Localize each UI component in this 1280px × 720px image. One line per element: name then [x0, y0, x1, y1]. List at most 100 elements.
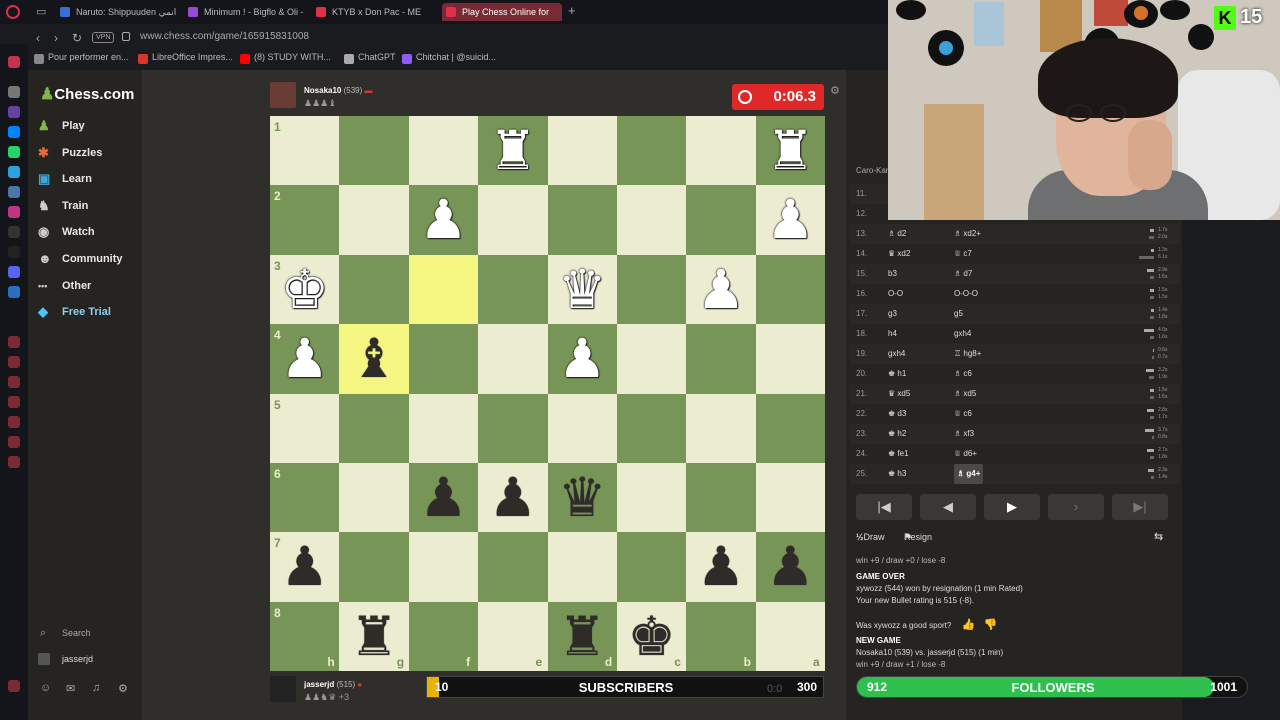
x-icon[interactable] [8, 246, 20, 258]
board-square[interactable] [339, 254, 409, 325]
board-square[interactable] [755, 393, 825, 463]
twitch-icon[interactable] [8, 106, 20, 118]
messenger-icon[interactable] [8, 126, 20, 138]
black-piece[interactable]: ♟ [409, 463, 478, 532]
white-move[interactable]: ♚ fe1 [888, 444, 909, 464]
avatar[interactable] [270, 82, 296, 108]
board-square[interactable] [755, 324, 825, 394]
black-move[interactable]: ♗ g4+ [954, 464, 984, 484]
board-square[interactable] [408, 324, 479, 394]
black-piece[interactable]: ♟ [686, 532, 755, 601]
vpn-badge[interactable]: VPN [92, 32, 115, 43]
black-move[interactable]: gxh4 [954, 324, 971, 344]
board-square[interactable] [339, 116, 409, 186]
black-move[interactable]: ♗ d7 [954, 264, 972, 284]
sidebar-app-icon[interactable] [8, 86, 20, 98]
board-square[interactable] [339, 462, 409, 533]
nav-watch[interactable]: ◉ Watch [38, 222, 95, 242]
tab-chess[interactable]: Play Chess Online for [442, 3, 562, 21]
tab-menu-icon[interactable]: ▭ [36, 5, 46, 18]
white-move[interactable]: ♚ d3 [888, 404, 906, 424]
chesscom-logo[interactable]: ♟Chess.com [40, 84, 134, 104]
tiktok-icon[interactable] [8, 226, 20, 238]
white-move[interactable]: ♛ xd5 [888, 384, 910, 404]
board-square[interactable] [339, 532, 409, 602]
board-square[interactable] [616, 324, 687, 394]
friends-icon[interactable]: ☺ [40, 682, 51, 694]
white-piece[interactable]: ♛ [548, 255, 617, 324]
forward-icon[interactable]: › [54, 28, 58, 48]
bell-icon[interactable]: ♫ [92, 682, 100, 694]
black-move[interactable]: ♗ xf3 [954, 424, 974, 444]
nav-play[interactable]: ♟ Play [38, 116, 85, 136]
black-move[interactable]: ♗ xd2+ [954, 224, 981, 244]
nav-train[interactable]: ♞ Train [38, 196, 88, 216]
thumbs-up-icon[interactable]: 👍 [962, 619, 976, 631]
back-icon[interactable]: ‹ [36, 28, 40, 48]
white-piece[interactable]: ♟ [756, 185, 825, 254]
nav-learn[interactable]: ▣ Learn [38, 169, 92, 189]
sidebar-app-icon[interactable] [8, 286, 20, 298]
bookmark-item[interactable]: Chitchat | @suicid... [402, 52, 496, 64]
bookmark-item[interactable]: LibreOffice Impres... [138, 52, 233, 64]
white-move[interactable]: ♚ h1 [888, 364, 906, 384]
white-move[interactable]: h4 [888, 324, 897, 344]
white-move[interactable]: O-O [888, 284, 903, 304]
sidebar-app-icon[interactable] [8, 56, 20, 68]
board-square[interactable] [547, 532, 617, 602]
board-square[interactable] [478, 393, 548, 463]
board-square[interactable] [547, 185, 617, 255]
opera-logo-icon[interactable] [6, 5, 20, 19]
board-square[interactable] [686, 116, 756, 186]
url-field[interactable]: www.chess.com/game/165915831008 [140, 31, 309, 42]
first-move-button[interactable]: |◀ [856, 494, 912, 520]
board-square[interactable] [616, 116, 687, 186]
white-move[interactable]: ♗ d2 [888, 224, 906, 244]
white-move[interactable]: b3 [888, 264, 897, 284]
black-move[interactable]: ♗ c6 [954, 364, 972, 384]
board-settings-icon[interactable]: ⚙ [830, 84, 840, 97]
black-piece[interactable]: ♛ [548, 463, 617, 532]
board-square[interactable] [686, 462, 756, 533]
nav-free-trial[interactable]: ◆ Free Trial [38, 302, 111, 322]
board-square[interactable] [408, 532, 479, 602]
reload-icon[interactable]: ↻ [72, 28, 82, 48]
flip-board-icon[interactable]: ⇆ [1154, 530, 1163, 543]
white-piece[interactable]: ♟ [686, 255, 755, 324]
user-link[interactable]: jasserjd [38, 653, 93, 665]
white-move[interactable]: ♛ xd2 [888, 244, 910, 264]
white-move[interactable]: ♚ h2 [888, 424, 906, 444]
whatsapp-icon[interactable] [8, 146, 20, 158]
sidebar-settings-icon[interactable] [8, 680, 20, 692]
nav-community[interactable]: ☻ Community [38, 249, 123, 269]
board-square[interactable] [339, 185, 409, 255]
bookmark-item[interactable]: ChatGPT [344, 52, 396, 64]
draw-button[interactable]: ½ Draw [856, 532, 885, 542]
board-square[interactable] [616, 532, 687, 602]
white-piece[interactable]: ♜ [478, 116, 547, 185]
tab-naruto[interactable]: Naruto: Shippuuden انمي [56, 3, 184, 21]
white-piece[interactable]: ♚ [270, 255, 339, 324]
mail-icon[interactable]: ✉ [66, 682, 75, 695]
board-square[interactable] [339, 393, 409, 463]
discord-icon[interactable] [8, 266, 20, 278]
board-square[interactable] [616, 393, 687, 463]
nav-puzzles[interactable]: ✱ Puzzles [38, 143, 102, 163]
bookmark-item[interactable]: (8) STUDY WITH... [240, 52, 331, 64]
sidebar-app-icon[interactable] [8, 416, 20, 428]
search-link[interactable]: ⌕ Search [38, 627, 91, 639]
black-piece[interactable]: ♚ [617, 602, 686, 671]
black-move[interactable]: ♖ hg8+ [954, 344, 981, 364]
black-move[interactable]: O-O-O [954, 284, 978, 304]
white-move[interactable]: gxh4 [888, 344, 905, 364]
board-square[interactable] [408, 393, 479, 463]
black-piece[interactable]: ♟ [478, 463, 547, 532]
black-piece[interactable]: ♜ [339, 602, 408, 671]
play-button[interactable]: ▶ [984, 494, 1040, 520]
avatar[interactable] [270, 676, 296, 702]
chess-board[interactable]: 1 2 3 4 5 6 7 8 h g f e d c b a ♜ ♜ ♟ ♟ ♚ ♛ ♟ ♟ ♝ ♟ ♟ ♟ ♛ ♟ ♟ ♟ ♜ ♜ ♚ [270, 116, 825, 671]
instagram-icon[interactable] [8, 206, 20, 218]
bookmark-item[interactable]: Pour performer en... [34, 52, 129, 64]
white-move[interactable]: ♚ h3 [888, 464, 906, 484]
player-name[interactable]: Nosaka10 (539) ▬ [304, 86, 373, 95]
